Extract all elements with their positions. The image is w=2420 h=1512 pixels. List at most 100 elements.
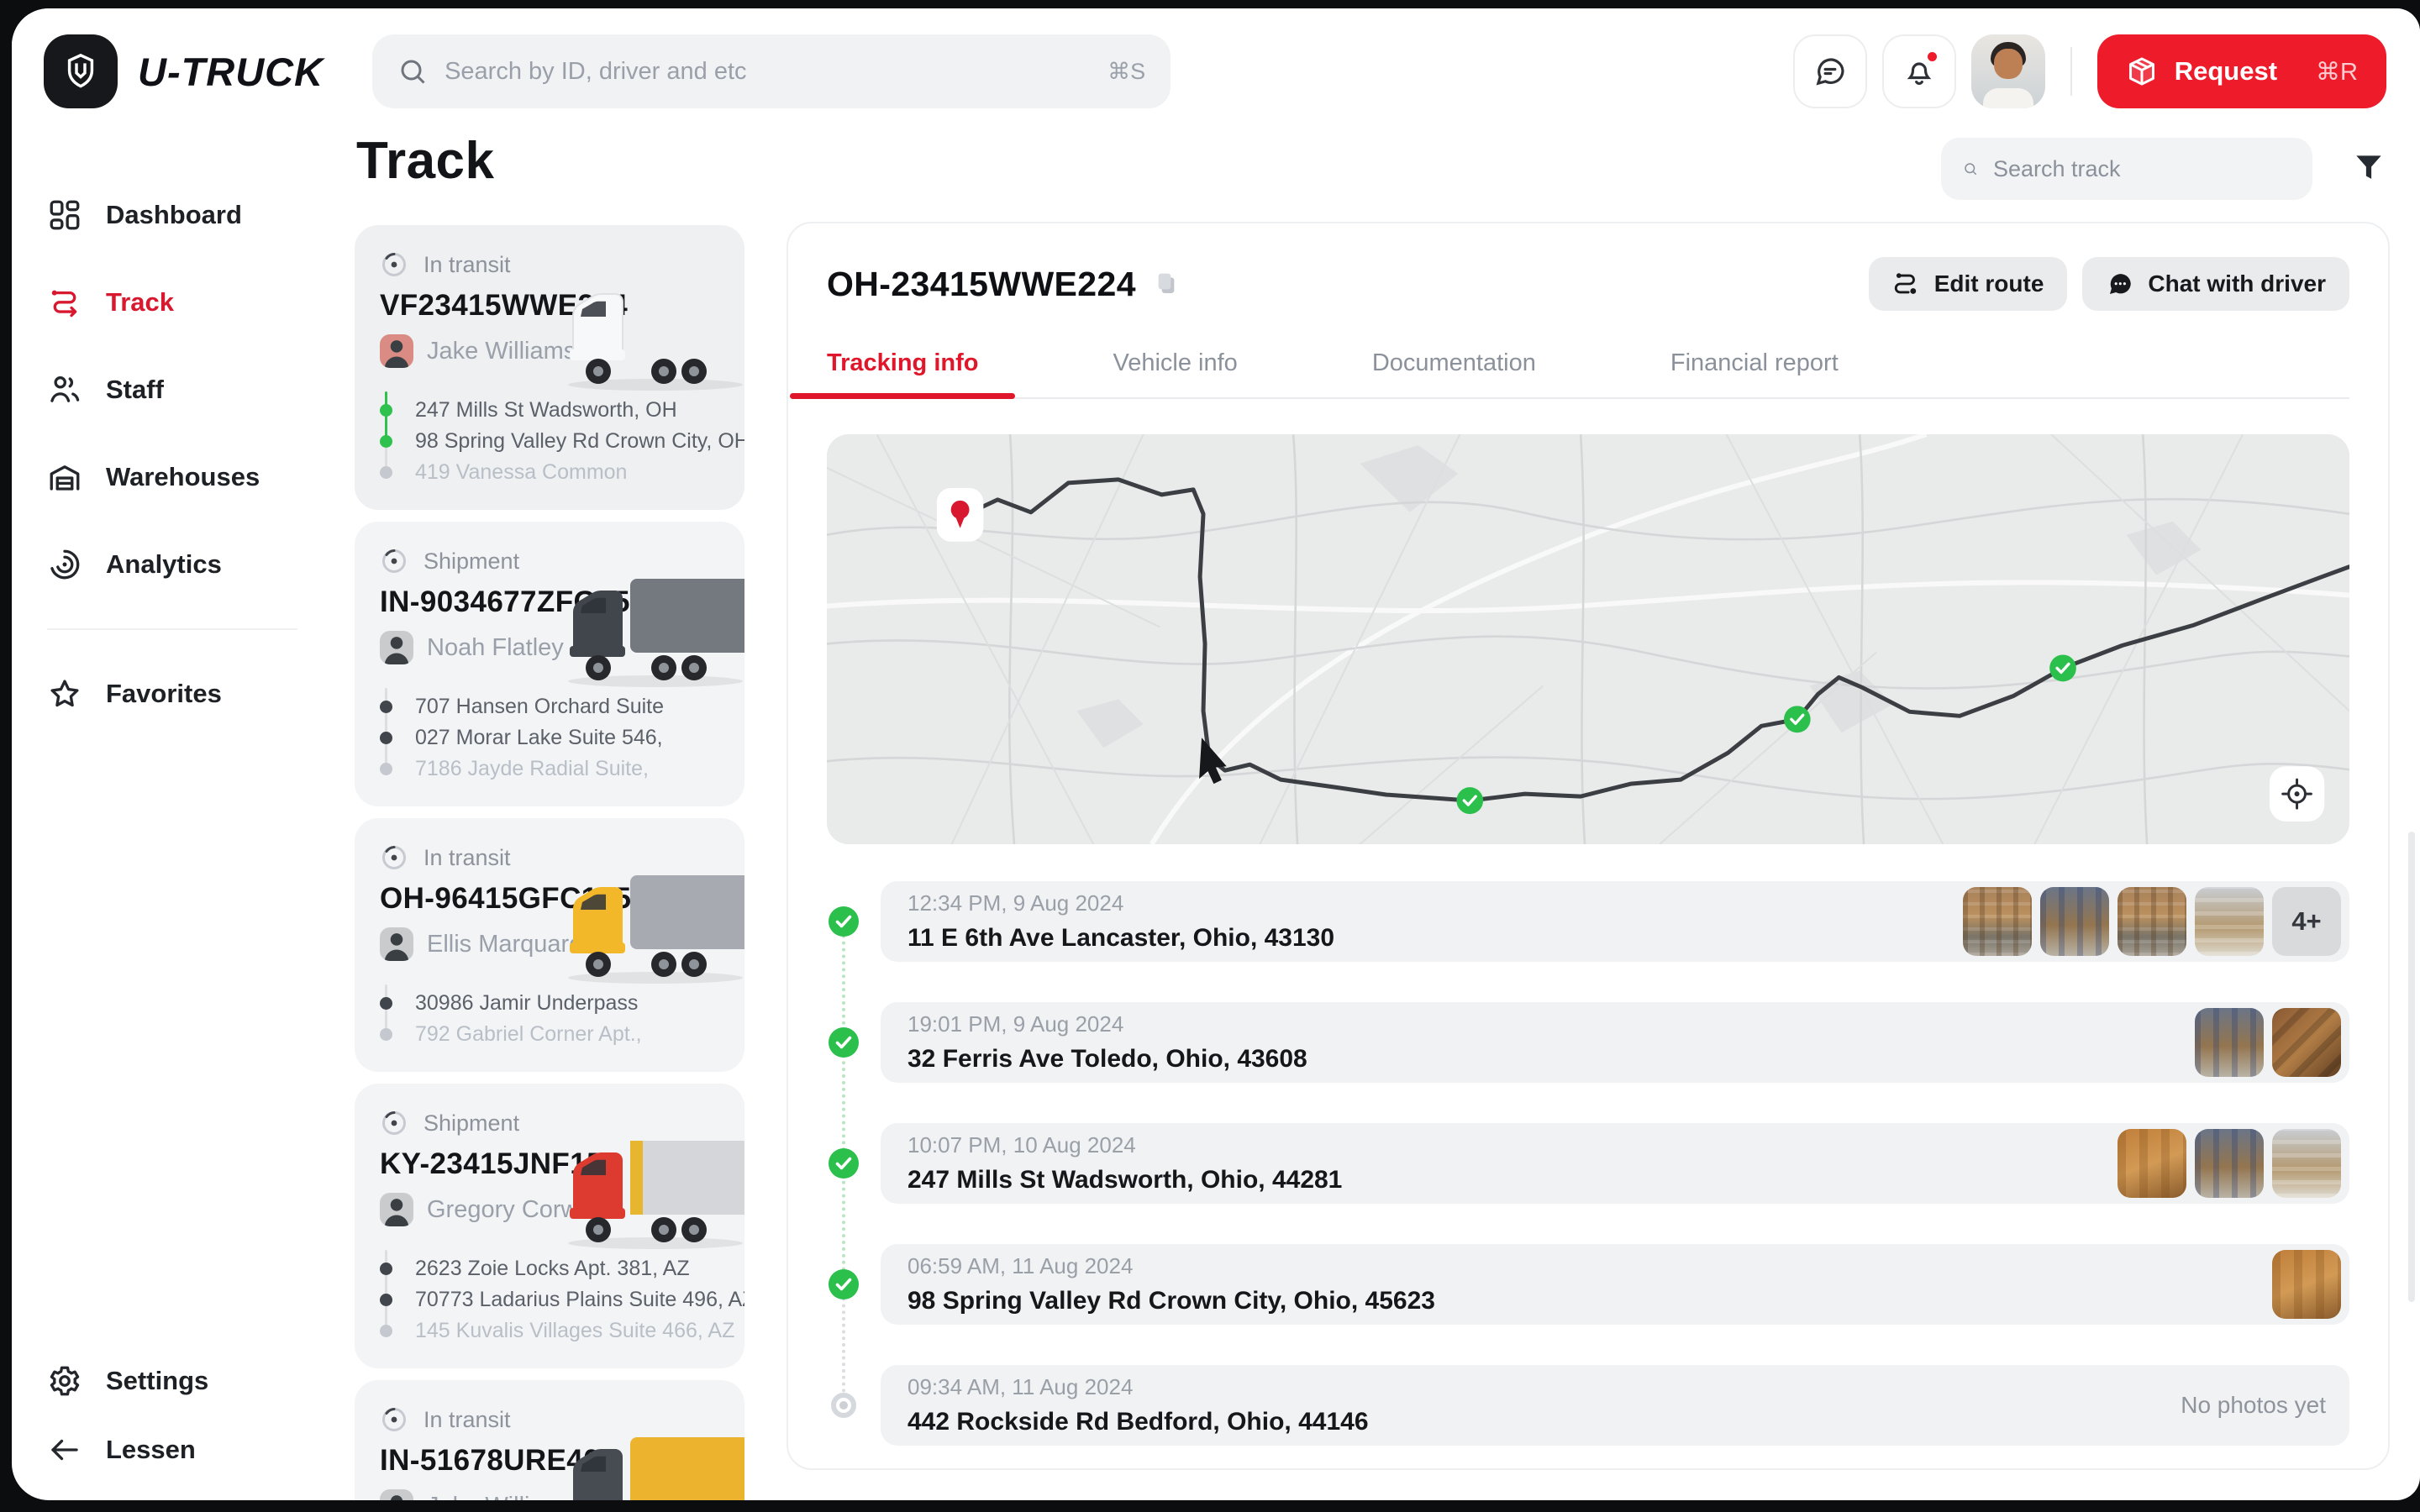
page-scrollbar[interactable] (2408, 832, 2415, 1302)
stop-info: 09:34 AM, 11 Aug 2024442 Rockside Rd Bed… (908, 1374, 1369, 1436)
detail-header: OH-23415WWE224 Edit route (827, 257, 2349, 311)
map-canvas (827, 434, 2349, 844)
checkpoint-marker-2[interactable] (1784, 706, 1811, 732)
stop-info: 06:59 AM, 11 Aug 2024 98 Spring Valley Rd… (908, 1253, 1435, 1315)
topbar-divider (2070, 47, 2072, 96)
global-search[interactable]: ⌘S (372, 34, 1171, 108)
driver-avatar (380, 334, 413, 368)
tracking-timeline: 12:34 PM, 9 Aug 202411 E 6th Ave Lancast… (827, 881, 2349, 1446)
sidebar-item-label: Favorites (106, 679, 222, 709)
track-card-ky-23415jnf155[interactable]: ShipmentKY-23415JNF155Gregory Corwin2623… (355, 1084, 744, 1368)
track-search[interactable] (1941, 138, 2312, 200)
tab-documentation[interactable]: Documentation (1335, 336, 1573, 397)
stop-item: 145 Kuvalis Villages Suite 466, AZ (415, 1315, 719, 1347)
stop-time: 06:59 AM, 11 Aug 2024 (908, 1253, 1435, 1279)
track-icon (47, 285, 82, 320)
track-card-in-51678ure401[interactable]: In transitIN-51678URE401Jake Williamson6… (355, 1380, 744, 1500)
status-label: In transit (424, 1407, 511, 1433)
request-button[interactable]: Request ⌘R (2097, 34, 2386, 108)
warehouse-photo[interactable] (2195, 887, 2264, 956)
stop-info: 10:07 PM, 10 Aug 2024247 Mills St Wadswo… (908, 1132, 1342, 1194)
copy-id-button[interactable] (1153, 269, 1180, 299)
warehouse-photo[interactable] (2040, 887, 2109, 956)
shield-logo-icon (61, 52, 100, 91)
stop-time: 12:34 PM, 9 Aug 2024 (908, 890, 1334, 916)
chat-with-driver-button[interactable]: Chat with driver (2082, 257, 2349, 311)
tab-tracking-info[interactable]: Tracking info (790, 336, 1015, 397)
sidebar-item-label: Track (106, 287, 174, 318)
app-window: U-TRUCK ⌘S (12, 8, 2420, 1500)
stop-dot-icon (380, 1028, 392, 1041)
warehouse-photo[interactable] (2272, 1129, 2341, 1198)
stops-list: 707 Hansen Orchard Suite027 Morar Lake S… (380, 691, 719, 785)
stop-address: 30986 Jamir Underpass (415, 991, 638, 1016)
warehouse-photo[interactable] (2272, 1008, 2341, 1077)
route-map[interactable] (827, 434, 2349, 844)
sidebar-item-label: Settings (106, 1366, 208, 1396)
warehouse-photo[interactable] (1963, 887, 2032, 956)
tab-vehicle-info[interactable]: Vehicle info (1076, 336, 1274, 397)
sidebar-item-settings[interactable]: Settings (47, 1356, 208, 1406)
sidebar-item-dashboard[interactable]: Dashboard (47, 171, 348, 259)
sidebar-divider (47, 628, 297, 630)
stop-address: 792 Gabriel Corner Apt., (415, 1022, 642, 1047)
copy-icon (1153, 270, 1180, 297)
origin-pin-marker[interactable] (937, 488, 984, 542)
more-photos-badge[interactable]: 4+ (2272, 887, 2341, 956)
global-search-input[interactable] (445, 58, 1091, 86)
stop-dot-icon (380, 1294, 392, 1306)
sidebar-item-label: Dashboard (106, 200, 242, 230)
warehouse-photo[interactable] (2195, 1008, 2264, 1077)
checkpoint-done-icon (827, 905, 860, 938)
warehouse-photo[interactable] (2118, 887, 2186, 956)
locate-button[interactable] (2270, 766, 2324, 822)
sidebar-item-analytics[interactable]: Analytics (47, 521, 348, 608)
warehouse-photo[interactable] (2272, 1250, 2341, 1319)
detail-tabs: Tracking infoVehicle infoDocumentationFi… (827, 336, 2349, 399)
checkpoint-pending-icon (831, 1393, 856, 1418)
sidebar-item-label: Warehouses (106, 462, 260, 492)
stop-address: 70773 Ladarius Plains Suite 496, AZ (415, 1288, 744, 1312)
timeline-stop[interactable]: 10:07 PM, 10 Aug 2024247 Mills St Wadswo… (881, 1123, 2349, 1204)
user-avatar[interactable] (1971, 34, 2045, 108)
sidebar-item-label: Analytics (106, 549, 222, 580)
stop-item: 98 Spring Valley Rd Crown City, OH (415, 426, 719, 457)
checkpoint-marker-3[interactable] (2049, 654, 2076, 681)
status-label: In transit (424, 252, 511, 278)
timeline-stop[interactable]: 09:34 AM, 11 Aug 2024442 Rockside Rd Bed… (881, 1365, 2349, 1446)
sidebar-item-warehouses[interactable]: Warehouses (47, 433, 348, 521)
staff-icon (47, 372, 82, 407)
dashboard-icon (47, 197, 82, 233)
stop-info: 12:34 PM, 9 Aug 202411 E 6th Ave Lancast… (908, 890, 1334, 953)
driver-avatar (380, 1193, 413, 1226)
stop-photos (2118, 1129, 2341, 1198)
timeline-stop[interactable]: 19:01 PM, 9 Aug 202432 Ferris Ave Toledo… (881, 1002, 2349, 1083)
edit-route-button[interactable]: Edit route (1869, 257, 2068, 311)
stop-dot-icon (380, 732, 392, 744)
track-card-vf23415wwe224[interactable]: In transitVF23415WWE224Jake Williamson24… (355, 225, 744, 510)
stop-address: 027 Morar Lake Suite 546, (415, 726, 663, 750)
filter-button[interactable] (2349, 150, 2388, 188)
stop-dot-icon (380, 466, 392, 479)
notifications-button[interactable] (1882, 34, 1956, 108)
stop-dot-icon (380, 701, 392, 713)
track-search-input[interactable] (1993, 156, 2291, 182)
track-card-oh-96415gfc145[interactable]: In transitOH-96415GFC145Ellis Marquardt3… (355, 818, 744, 1072)
warehouse-photo[interactable] (2118, 1129, 2186, 1198)
stop-photos: 4+ (1963, 887, 2341, 956)
stop-dot-icon (380, 435, 392, 448)
checkpoint-marker-1[interactable] (1456, 787, 1483, 814)
track-card-in-9034677zfg154[interactable]: ShipmentIN-9034677ZFG154Noah Flatley707 … (355, 522, 744, 806)
messages-button[interactable] (1793, 34, 1867, 108)
truck-image (556, 562, 744, 696)
stop-address: 98 Spring Valley Rd Crown City, Ohio, 45… (908, 1287, 1435, 1315)
timeline-stop[interactable]: 12:34 PM, 9 Aug 202411 E 6th Ave Lancast… (881, 881, 2349, 962)
warehouse-photo[interactable] (2195, 1129, 2264, 1198)
timeline-stop[interactable]: 06:59 AM, 11 Aug 2024 98 Spring Valley Rd… (881, 1244, 2349, 1325)
sidebar-item-staff[interactable]: Staff (47, 346, 348, 433)
sidebar-item-lessen[interactable]: Lessen (47, 1425, 208, 1475)
tab-financial-report[interactable]: Financial report (1634, 336, 1876, 397)
sidebar-item-track[interactable]: Track (47, 259, 348, 346)
sidebar-item-favorites[interactable]: Favorites (47, 650, 348, 738)
timeline-rail-pending (842, 1291, 845, 1405)
